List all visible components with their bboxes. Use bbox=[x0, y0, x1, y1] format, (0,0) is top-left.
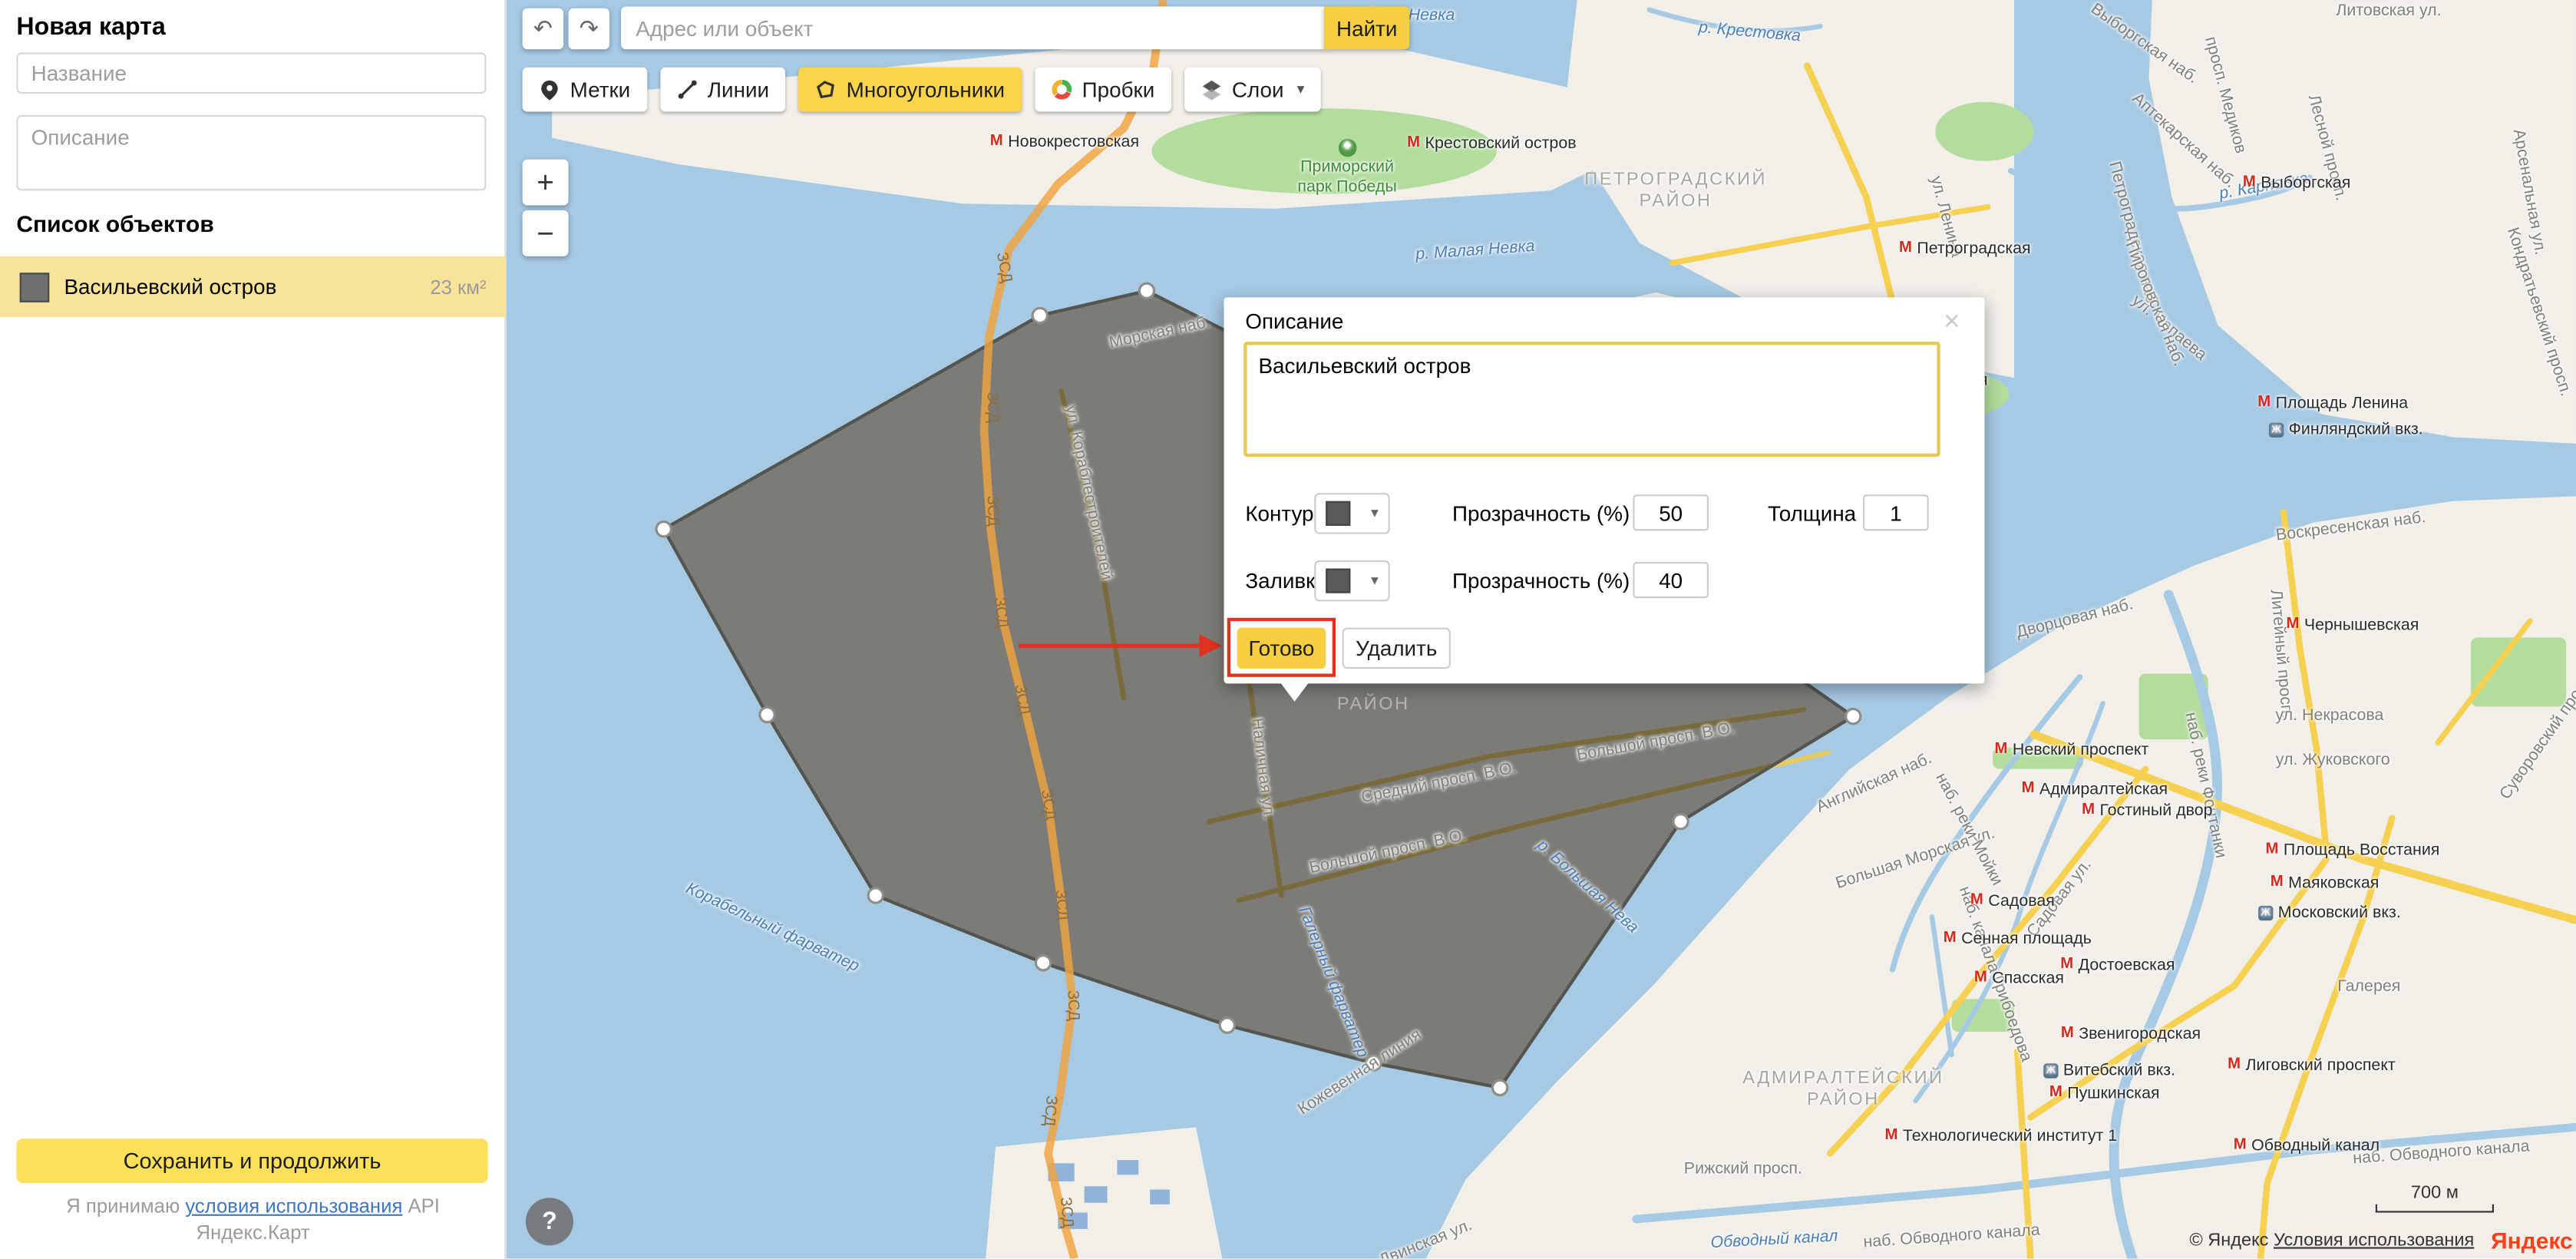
thickness-input[interactable] bbox=[1863, 494, 1929, 530]
close-icon[interactable]: × bbox=[1934, 304, 1970, 340]
undo-button[interactable]: ↶ bbox=[523, 8, 564, 50]
layers-icon bbox=[1200, 79, 1222, 101]
tool-label: Метки bbox=[570, 78, 631, 102]
tool-polygons[interactable]: Многоугольники bbox=[799, 68, 1022, 112]
minus-icon: − bbox=[537, 216, 554, 250]
thickness-label: Толщина bbox=[1768, 501, 1856, 526]
polygon-icon bbox=[815, 79, 837, 101]
sidebar: Новая карта Список объектов Васильевский… bbox=[0, 0, 506, 1258]
tool-layers[interactable]: Слои ▾ bbox=[1184, 68, 1321, 112]
copyright-text: © Яндекс bbox=[2189, 1231, 2268, 1251]
contour-opacity-label: Прозрачность (%) bbox=[1452, 501, 1630, 526]
attribution: © Яндекс Условия использования bbox=[2189, 1231, 2474, 1251]
tool-label: Линии bbox=[708, 78, 769, 102]
chevron-down-icon: ▾ bbox=[1371, 572, 1379, 590]
zoom-out-button[interactable]: − bbox=[523, 210, 569, 256]
undo-icon: ↶ bbox=[533, 15, 553, 41]
redo-icon: ↷ bbox=[580, 15, 599, 41]
terms-link[interactable]: условия использования bbox=[185, 1195, 402, 1218]
polygon-vertex[interactable] bbox=[1032, 308, 1047, 322]
polygon-vertex[interactable] bbox=[656, 522, 671, 537]
dialog-tail bbox=[1280, 682, 1309, 702]
polygon-vertex[interactable] bbox=[1846, 709, 1861, 724]
object-list-item[interactable]: Васильевский остров 23 км² bbox=[0, 256, 506, 317]
object-description-input[interactable]: Васильевский остров bbox=[1243, 342, 1940, 457]
map-description-input[interactable] bbox=[16, 115, 486, 190]
pin-icon bbox=[539, 79, 560, 101]
tool-row: Метки Линии Многоугольники Пробки Слои ▾ bbox=[523, 68, 1321, 112]
scale-label: 700 м bbox=[2411, 1183, 2459, 1203]
zoom-in-button[interactable]: + bbox=[523, 160, 569, 206]
polygon-vertex[interactable] bbox=[1139, 283, 1154, 298]
polygon-vertex[interactable] bbox=[1035, 956, 1050, 970]
help-button[interactable]: ? bbox=[526, 1198, 573, 1245]
redo-button[interactable]: ↷ bbox=[569, 8, 610, 50]
tool-placemarks[interactable]: Метки bbox=[523, 68, 647, 112]
contour-label: Контур bbox=[1245, 501, 1313, 526]
object-area-badge: 23 км² bbox=[430, 276, 486, 299]
attribution-terms-link[interactable]: Условия использования bbox=[2274, 1231, 2474, 1251]
traffic-icon bbox=[1051, 79, 1072, 101]
tool-label: Пробки bbox=[1082, 78, 1155, 102]
yandex-logo: Яндекс bbox=[2491, 1228, 2573, 1254]
contour-opacity-input[interactable] bbox=[1633, 494, 1708, 530]
page-title: Новая карта bbox=[16, 13, 504, 41]
terms-prefix: Я принимаю bbox=[66, 1195, 185, 1218]
map-name-input[interactable] bbox=[16, 52, 486, 94]
search-button[interactable]: Найти bbox=[1324, 7, 1409, 50]
terms-suffix: API bbox=[402, 1195, 440, 1218]
object-color-swatch bbox=[20, 272, 50, 302]
fill-opacity-label: Прозрачность (%) bbox=[1452, 569, 1630, 593]
fill-color-swatch bbox=[1326, 569, 1350, 593]
contour-color-swatch bbox=[1326, 501, 1350, 526]
polygon-vertex[interactable] bbox=[868, 888, 883, 903]
contour-color-picker[interactable]: ▾ bbox=[1314, 493, 1389, 534]
terms-text: Я принимаю условия использования API Янд… bbox=[0, 1193, 506, 1246]
tool-lines[interactable]: Линии bbox=[660, 68, 786, 112]
objects-list-heading: Список объектов bbox=[16, 210, 213, 236]
object-name: Васильевский остров bbox=[64, 274, 430, 299]
search-input[interactable] bbox=[621, 7, 1324, 50]
tool-label: Слои bbox=[1232, 78, 1284, 102]
question-icon: ? bbox=[542, 1208, 557, 1235]
polygon-vertex[interactable] bbox=[1492, 1080, 1507, 1095]
yandex-map-constructor: Новая карта Список объектов Васильевский… bbox=[0, 0, 2576, 1258]
object-edit-dialog: Описание × Васильевский остров Контур ▾ … bbox=[1224, 297, 1985, 683]
done-button[interactable]: Готово bbox=[1237, 628, 1326, 669]
tool-label: Многоугольники bbox=[847, 78, 1005, 102]
polygon-vertex[interactable] bbox=[1673, 815, 1688, 829]
plus-icon: + bbox=[537, 165, 554, 200]
tool-traffic[interactable]: Пробки bbox=[1035, 68, 1171, 112]
map-area[interactable]: Средняя Невкар. Крестовкар. Малая НевкаМ… bbox=[506, 0, 2576, 1258]
fill-opacity-input[interactable] bbox=[1633, 562, 1708, 598]
polygon-vertex[interactable] bbox=[1366, 1056, 1381, 1070]
dialog-title: Описание bbox=[1245, 309, 1343, 333]
fill-color-picker[interactable]: ▾ bbox=[1314, 560, 1389, 602]
terms-line2: Яндекс.Карт bbox=[196, 1221, 309, 1244]
polygon-vertex[interactable] bbox=[1220, 1018, 1234, 1033]
delete-button[interactable]: Удалить bbox=[1342, 628, 1451, 669]
polygon-vertex[interactable] bbox=[760, 707, 774, 722]
scale-bar: 700 м bbox=[2376, 1183, 2494, 1213]
line-icon bbox=[676, 79, 698, 101]
chevron-down-icon: ▾ bbox=[1297, 81, 1305, 99]
scale-line bbox=[2376, 1204, 2494, 1213]
chevron-down-icon: ▾ bbox=[1371, 504, 1379, 523]
save-and-continue-button[interactable]: Сохранить и продолжить bbox=[16, 1138, 487, 1183]
